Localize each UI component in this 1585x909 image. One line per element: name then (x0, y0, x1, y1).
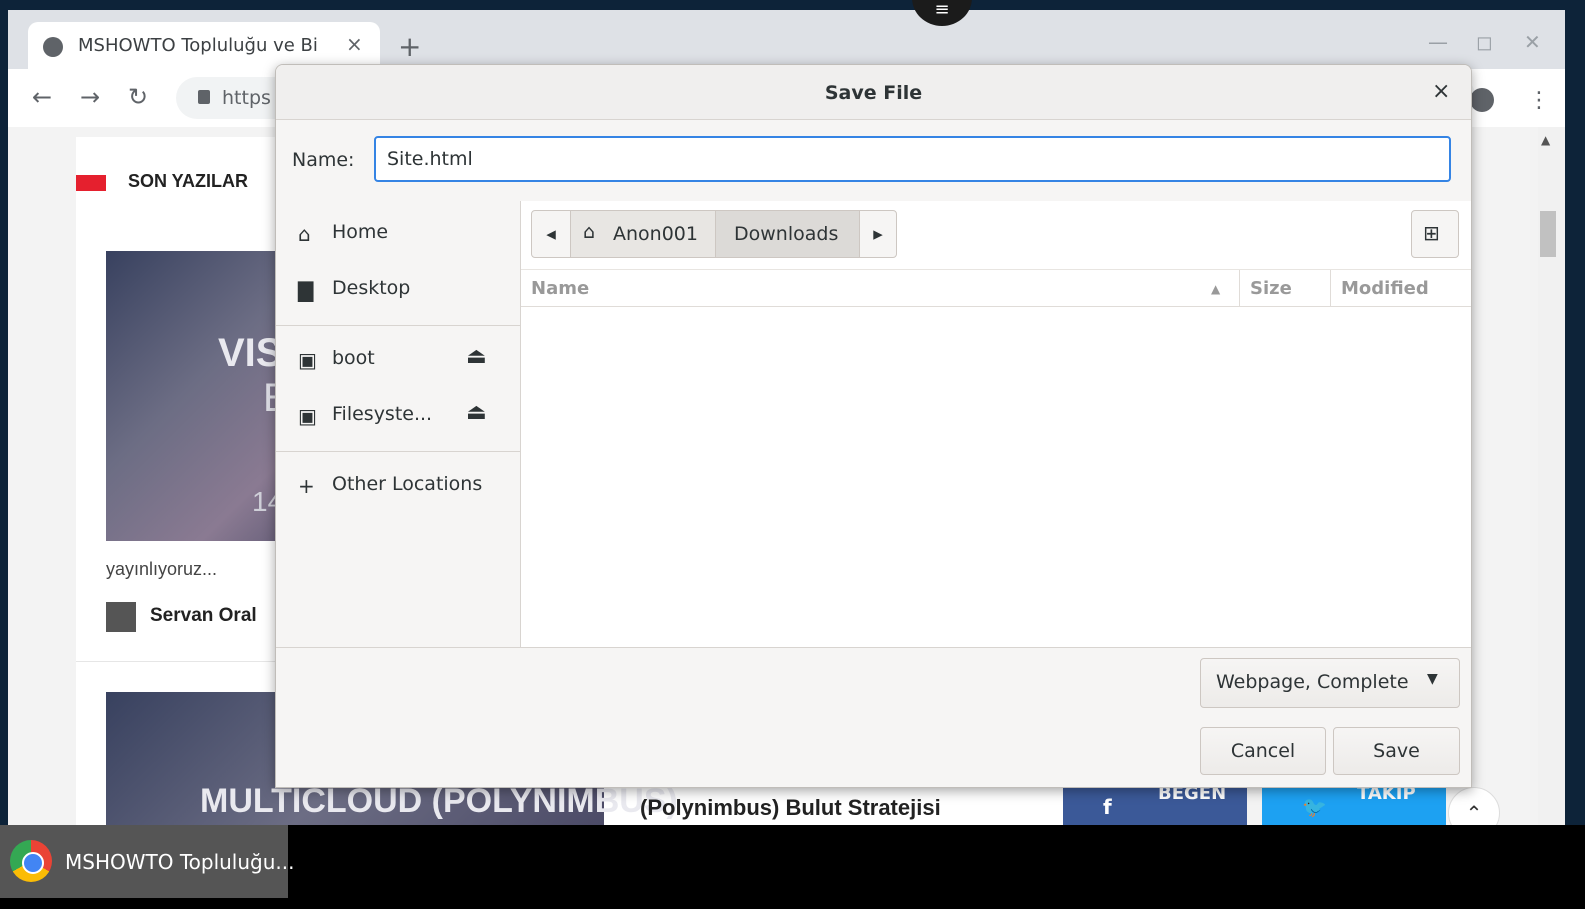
eject-icon[interactable]: ⏏ (466, 344, 487, 369)
scrollbar-thumb[interactable] (1540, 211, 1556, 257)
url-text: https (222, 87, 271, 109)
column-modified[interactable]: Modified (1341, 278, 1429, 299)
divider (276, 451, 520, 452)
new-folder-icon: ⊞ (1423, 221, 1440, 245)
close-icon[interactable]: × (1432, 79, 1450, 104)
divider (276, 325, 520, 326)
places-sidebar: ⌂ Home ▇ Desktop ▣ boot ⏏ ▣ Filesyste...… (276, 201, 521, 647)
home-icon: ⌂ (298, 222, 311, 246)
sidebar-item-label: Home (332, 221, 389, 243)
maximize-icon[interactable]: ◻ (1476, 30, 1493, 54)
taskbar: MSHOWTO Topluluğu... (0, 825, 1585, 909)
article-excerpt: yayınlıyoruz... (106, 559, 218, 579)
save-file-dialog: Save File × Name: ⌂ Home ▇ Desktop ▣ boo… (275, 64, 1472, 788)
back-icon[interactable]: ← (32, 83, 52, 111)
window-close-icon[interactable]: ✕ (1524, 30, 1541, 54)
sidebar-item-desktop[interactable]: ▇ Desktop (276, 264, 520, 312)
chevron-down-icon: ▼ (1427, 671, 1438, 687)
sidebar-item-boot[interactable]: ▣ boot ⏏ (276, 334, 520, 382)
path-segment-home[interactable]: ⌂ Anon001 (570, 210, 716, 258)
tab-title: MSHOWTO Topluluğu ve Bi (78, 35, 318, 56)
sidebar-item-label: Filesyste... (332, 403, 433, 425)
sort-ascending-icon[interactable]: ▲ (1211, 282, 1220, 296)
section-title: SON YAZILAR (128, 171, 249, 191)
lock-icon (198, 90, 210, 104)
drive-icon: ▣ (298, 348, 317, 372)
file-type-value: Webpage, Complete (1216, 671, 1409, 693)
chrome-icon (10, 840, 52, 882)
column-size[interactable]: Size (1250, 278, 1292, 299)
divider (1330, 270, 1331, 306)
sidebar-item-filesystem[interactable]: ▣ Filesyste... ⏏ (276, 390, 520, 438)
home-icon: ⌂ (583, 221, 596, 243)
divider (1239, 270, 1240, 306)
avatar (106, 602, 136, 632)
facebook-like-button[interactable]: f BEĞEN (1063, 783, 1247, 825)
globe-icon (43, 37, 63, 57)
twitter-icon: 🐦 (1302, 795, 1327, 819)
scroll-top-button[interactable]: ⌃ (1448, 787, 1500, 825)
author-name[interactable]: Servan Oral (150, 605, 257, 627)
drive-icon: ▣ (298, 404, 317, 428)
section-marker (76, 175, 106, 191)
path-forward-icon[interactable]: ▸ (859, 210, 897, 258)
cancel-button[interactable]: Cancel (1200, 727, 1326, 775)
column-headers: Name ▲ Size Modified (521, 269, 1471, 307)
facebook-icon: f (1103, 795, 1112, 819)
reload-icon[interactable]: ↻ (128, 83, 148, 111)
plus-icon: + (298, 474, 315, 498)
tab-close-icon[interactable]: × (346, 32, 363, 56)
file-list-area[interactable] (521, 201, 1471, 647)
sidebar-item-other-locations[interactable]: + Other Locations (276, 460, 520, 508)
path-segment-label: Anon001 (613, 223, 698, 245)
scroll-up-icon[interactable]: ▲ (1541, 133, 1550, 147)
dialog-footer: Webpage, Complete ▼ Cancel Save (276, 647, 1471, 787)
new-folder-button[interactable]: ⊞ (1411, 210, 1459, 258)
folder-icon: ▇ (298, 278, 314, 302)
menu-dots-icon[interactable]: ⋮ (1528, 88, 1550, 113)
sidebar-item-label: Desktop (332, 277, 411, 299)
article-title[interactable]: (Polynimbus) Bulut Stratejisi (640, 795, 941, 821)
sidebar-item-label: Other Locations (332, 473, 483, 495)
sidebar-item-home[interactable]: ⌂ Home (276, 208, 520, 256)
column-name[interactable]: Name (531, 278, 589, 299)
sidebar-item-label: boot (332, 347, 375, 369)
taskbar-item-label: MSHOWTO Topluluğu... (65, 850, 295, 874)
profile-icon[interactable] (1470, 88, 1494, 112)
path-back-icon[interactable]: ◂ (531, 210, 571, 258)
name-label: Name: (292, 149, 355, 171)
taskbar-item-chrome[interactable]: MSHOWTO Topluluğu... (0, 825, 294, 898)
path-segment-downloads[interactable]: Downloads (715, 210, 860, 258)
file-type-select[interactable]: Webpage, Complete ▼ (1200, 658, 1460, 708)
twitter-follow-button[interactable]: 🐦 TAKİP (1262, 783, 1446, 825)
minimize-icon[interactable]: — (1428, 30, 1448, 54)
browser-tab[interactable]: MSHOWTO Topluluğu ve Bi × (28, 22, 380, 69)
filename-input[interactable] (374, 136, 1451, 182)
eject-icon[interactable]: ⏏ (466, 400, 487, 425)
new-tab-button[interactable]: + (398, 30, 421, 63)
forward-icon[interactable]: → (80, 83, 100, 111)
save-button[interactable]: Save (1333, 727, 1460, 775)
dialog-title: Save File (824, 82, 923, 104)
path-segment-label: Downloads (734, 223, 839, 245)
